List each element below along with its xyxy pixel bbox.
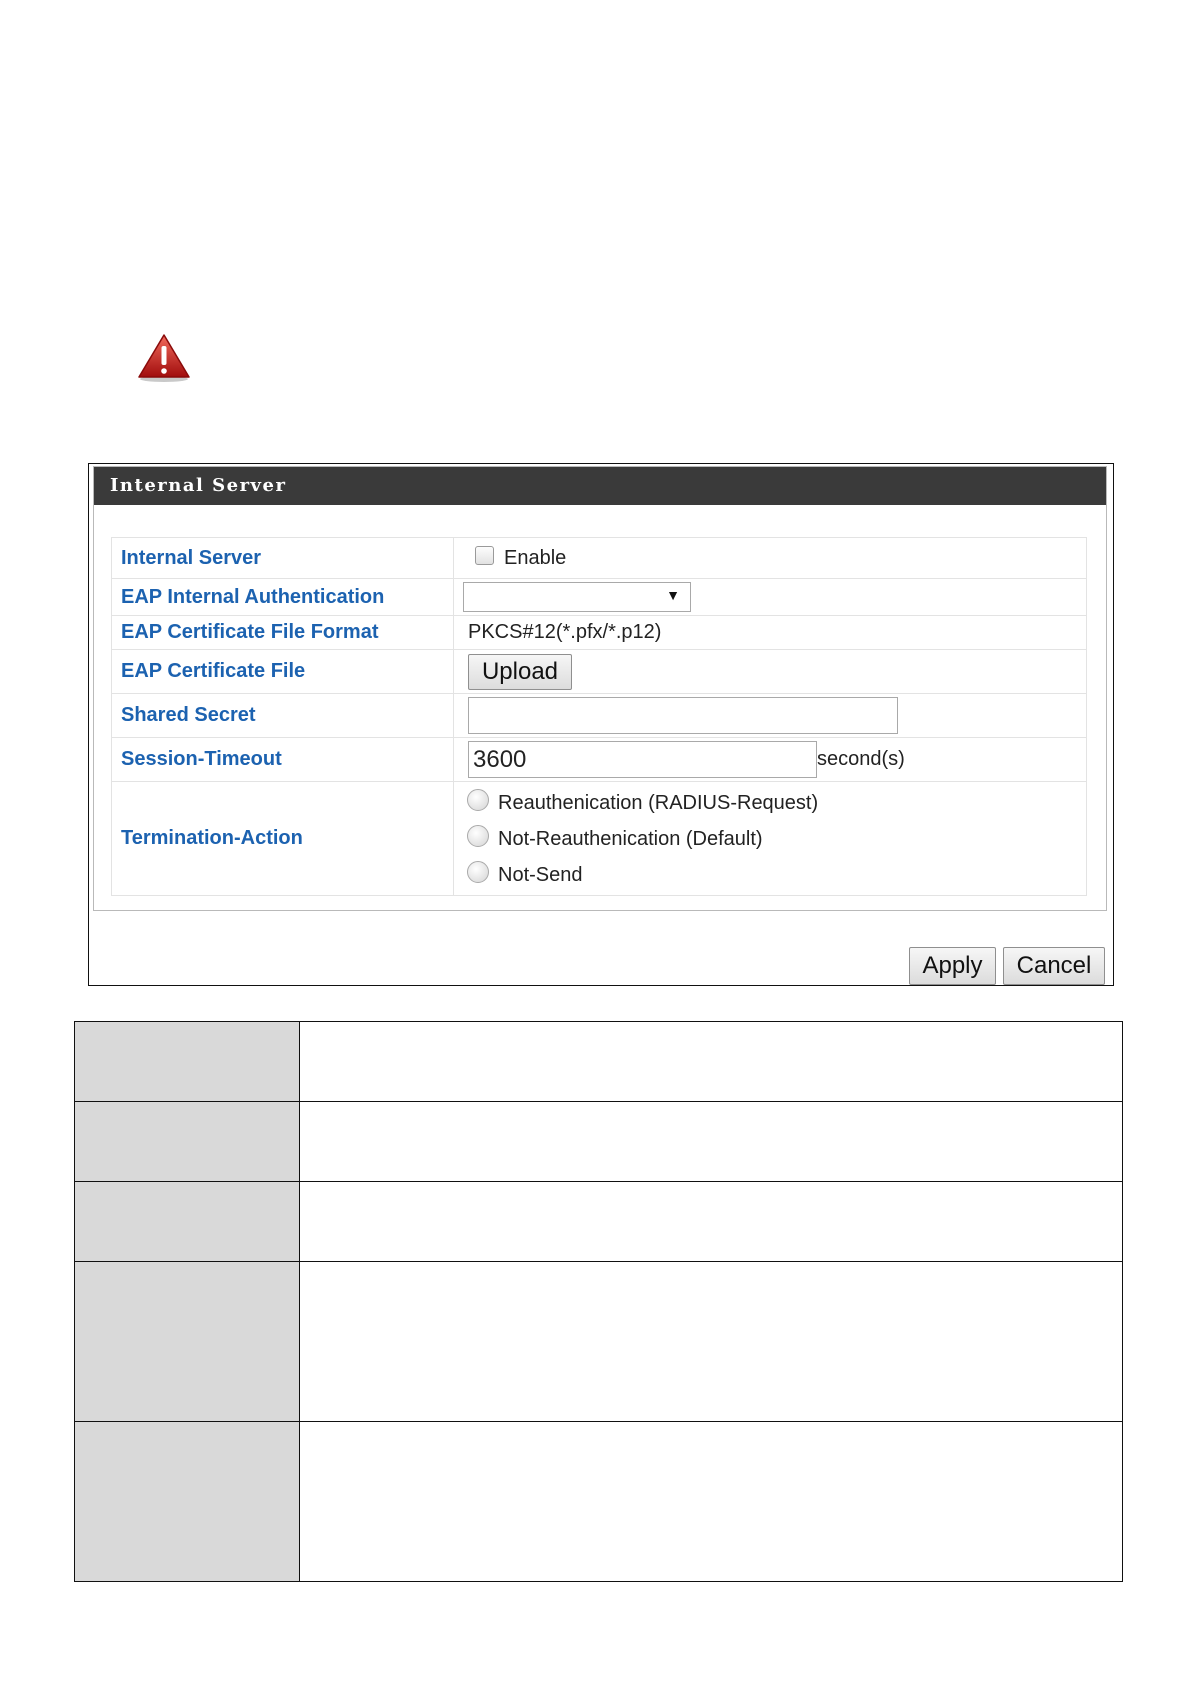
- label-internal-server: Internal Server: [111, 537, 454, 579]
- panel-title: Internal Server: [94, 467, 1106, 505]
- description-row: [74, 1021, 1123, 1102]
- session-timeout-input[interactable]: 3600: [468, 741, 817, 778]
- eap-auth-select[interactable]: ▼: [463, 582, 691, 612]
- description-term-cell: [74, 1021, 300, 1102]
- radio-button[interactable]: [467, 789, 489, 812]
- radio-label: Not-Reauthenication (Default): [498, 827, 763, 850]
- description-row: [74, 1181, 1123, 1262]
- dropdown-arrow-icon: ▼: [666, 587, 680, 603]
- session-timeout-unit: second(s): [817, 748, 905, 770]
- radio-option-not-reauth[interactable]: Not-Reauthenication (Default): [454, 821, 1086, 857]
- description-term-cell: [74, 1421, 300, 1582]
- warning-triangle-icon: [138, 334, 190, 382]
- row-termination-action: Termination-Action Reauthenication (RADI…: [111, 781, 1087, 896]
- label-cert-format: EAP Certificate File Format: [111, 615, 454, 650]
- apply-button[interactable]: Apply: [909, 947, 996, 985]
- description-definition-cell: [299, 1181, 1123, 1262]
- description-term-cell: [74, 1181, 300, 1262]
- description-row: [74, 1101, 1123, 1182]
- radio-option-not-send[interactable]: Not-Send: [454, 857, 1086, 893]
- description-definition-cell: [299, 1421, 1123, 1582]
- row-eap-auth: EAP Internal Authentication ▼: [111, 578, 1087, 616]
- label-shared-secret: Shared Secret: [111, 693, 454, 738]
- description-definition-cell: [299, 1101, 1123, 1182]
- radio-button[interactable]: [467, 825, 489, 848]
- description-row: [74, 1421, 1123, 1582]
- description-term-cell: [74, 1261, 300, 1422]
- enable-checkbox[interactable]: [475, 545, 494, 565]
- description-definition-cell: [299, 1261, 1123, 1422]
- internal-server-panel: Internal Server Internal Server Enable E…: [93, 466, 1107, 911]
- row-internal-server: Internal Server Enable: [111, 537, 1087, 579]
- radio-label: Reauthenication (RADIUS-Request): [498, 791, 819, 814]
- label-termination-action: Termination-Action: [111, 781, 454, 896]
- cert-format-value: PKCS#12(*.pfx/*.p12): [453, 615, 1087, 650]
- radio-button[interactable]: [467, 861, 489, 884]
- enable-label: Enable: [504, 546, 567, 569]
- description-row: [74, 1261, 1123, 1422]
- cancel-button[interactable]: Cancel: [1003, 947, 1105, 985]
- row-cert-file: EAP Certificate File Upload: [111, 649, 1087, 694]
- upload-button[interactable]: Upload: [468, 653, 572, 690]
- description-definition-cell: [299, 1021, 1123, 1102]
- description-table: [74, 1021, 1123, 1582]
- row-cert-format: EAP Certificate File Format PKCS#12(*.pf…: [111, 615, 1087, 650]
- description-term-cell: [74, 1101, 300, 1182]
- label-cert-file: EAP Certificate File: [111, 649, 454, 694]
- screenshot-frame: Internal Server Internal Server Enable E…: [88, 463, 1114, 986]
- label-eap-auth: EAP Internal Authentication: [111, 578, 454, 616]
- row-shared-secret: Shared Secret: [111, 693, 1087, 738]
- settings-form: Internal Server Enable EAP Internal Auth…: [111, 537, 1087, 896]
- shared-secret-input[interactable]: [468, 697, 898, 734]
- radio-option-reauth[interactable]: Reauthenication (RADIUS-Request): [454, 785, 1086, 821]
- row-session-timeout: Session-Timeout 3600 second(s): [111, 737, 1087, 782]
- radio-label: Not-Send: [498, 863, 583, 886]
- label-session-timeout: Session-Timeout: [111, 737, 454, 782]
